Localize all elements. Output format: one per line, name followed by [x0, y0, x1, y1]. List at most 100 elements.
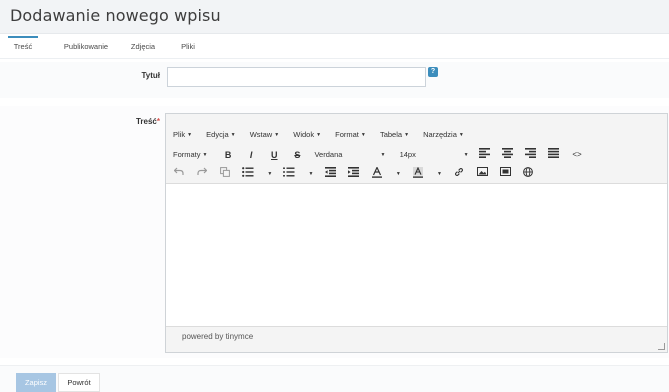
title-input[interactable]	[167, 67, 426, 87]
page-title: Dodawanie nowego wpisu	[10, 6, 221, 25]
redo-icon	[197, 167, 208, 175]
rich-text-editor: Plik ▼ Edycja ▼ Wstaw ▼ Widok ▼ Format ▼ Tabe…	[165, 113, 668, 353]
save-button[interactable]: Zapisz	[16, 373, 56, 392]
bullet-list-button[interactable]	[242, 166, 254, 181]
code-icon: <>	[572, 149, 582, 159]
powered-by-text[interactable]: powered by tinymce	[182, 332, 253, 341]
menu-plik[interactable]: Plik ▼	[173, 130, 192, 139]
chevron-down-icon: ▼	[404, 132, 410, 138]
outdent-icon	[325, 166, 337, 177]
editor-menubar: Plik ▼ Edycja ▼ Wstaw ▼ Widok ▼ Format ▼ Tabe…	[173, 122, 473, 139]
chevron-down-icon: ▼	[316, 132, 322, 138]
menu-widok[interactable]: Widok ▼	[293, 130, 321, 139]
media-icon	[499, 166, 511, 176]
globe-icon	[523, 166, 534, 177]
chevron-down-icon: ▼	[274, 132, 280, 138]
redo-button[interactable]	[196, 167, 208, 181]
link-icon	[455, 167, 464, 176]
toolbar-row-2: ▼ ▼ ▼ ▼	[173, 163, 540, 179]
menu-narzedzia[interactable]: Narzędzia ▼	[423, 130, 464, 139]
tab-bar: Treść Publikowanie Zdjęcia Pliki	[8, 36, 648, 58]
resize-handle-icon[interactable]	[658, 343, 665, 350]
strikethrough-button[interactable]: S	[291, 148, 303, 162]
chevron-down-icon: ▼	[267, 170, 273, 177]
menu-edycja-label: Edycja	[206, 130, 229, 139]
title-label: Tytuł	[141, 71, 160, 80]
back-button[interactable]: Powrót	[58, 373, 100, 392]
copy-icon	[220, 166, 231, 177]
align-right-icon	[525, 147, 537, 158]
editor-toolbar: Plik ▼ Edycja ▼ Wstaw ▼ Widok ▼ Format ▼ Tabe…	[166, 114, 667, 184]
source-code-button[interactable]: <>	[571, 148, 583, 162]
editor-content-area[interactable]	[166, 185, 667, 328]
numbered-list-icon	[283, 167, 295, 176]
menu-format-label: Format	[335, 130, 359, 139]
chevron-down-icon: ▼	[458, 132, 464, 138]
image-icon	[476, 166, 488, 176]
text-color-icon	[371, 165, 382, 178]
undo-icon	[173, 167, 184, 175]
italic-button[interactable]: I	[245, 148, 257, 162]
underline-button[interactable]: U	[268, 148, 280, 162]
insert-image-button[interactable]	[476, 166, 488, 181]
indent-button[interactable]	[348, 166, 360, 181]
background-color-button[interactable]	[412, 166, 424, 181]
copy-format-button[interactable]	[219, 166, 231, 181]
align-center-button[interactable]	[502, 147, 514, 162]
chevron-down-icon: ▼	[395, 170, 401, 177]
align-justify-button[interactable]	[548, 147, 560, 162]
outdent-button[interactable]	[325, 166, 337, 181]
undo-button[interactable]	[173, 167, 185, 181]
bullet-list-dropdown[interactable]: ▼	[265, 167, 272, 181]
title-bar: Dodawanie nowego wpisu	[0, 0, 669, 34]
background-color-dropdown[interactable]: ▼	[435, 167, 442, 181]
menu-wstaw-label: Wstaw	[249, 130, 273, 139]
menu-narzedzia-label: Narzędzia	[423, 130, 457, 139]
menu-tabela-label: Tabela	[379, 130, 403, 139]
font-size-dropdown[interactable]: 14px ▼	[400, 148, 474, 162]
menu-plik-label: Plik	[173, 130, 186, 139]
text-color-dropdown[interactable]: ▼	[394, 167, 401, 181]
toolbar-row-1: Formaty ▼ B I U S Verdana ▼ 14px ▼ <>	[173, 144, 589, 160]
tab-publikowanie[interactable]: Publikowanie	[58, 36, 114, 58]
align-right-button[interactable]	[525, 147, 537, 162]
chevron-down-icon: ▼	[360, 132, 366, 138]
bullet-list-icon	[242, 166, 254, 177]
indent-icon	[348, 166, 360, 177]
help-icon[interactable]: ?	[428, 67, 438, 77]
insert-link-button[interactable]	[453, 167, 465, 181]
font-family-dropdown[interactable]: Verdana ▼	[314, 148, 394, 162]
content-label-text: Treść	[135, 117, 157, 126]
menu-widok-label: Widok	[293, 130, 315, 139]
font-size-value: 14px	[399, 149, 416, 159]
numbered-list-button[interactable]	[283, 167, 295, 181]
preview-button[interactable]	[522, 166, 534, 181]
chevron-down-icon: ▼	[436, 170, 442, 177]
numbered-list-dropdown[interactable]: ▼	[307, 167, 314, 181]
align-left-icon	[479, 147, 491, 158]
editor-statusbar: powered by tinymce	[166, 326, 667, 352]
menu-wstaw[interactable]: Wstaw ▼	[250, 130, 279, 139]
menu-format[interactable]: Format ▼	[335, 130, 366, 139]
insert-media-button[interactable]	[499, 166, 511, 181]
chevron-down-icon: ▼	[187, 132, 193, 138]
content-label: Treść*	[110, 117, 160, 126]
menu-edycja[interactable]: Edycja ▼	[206, 130, 235, 139]
chevron-down-icon: ▼	[380, 151, 386, 158]
menu-tabela[interactable]: Tabela ▼	[380, 130, 409, 139]
tab-tresc[interactable]: Treść	[8, 36, 38, 58]
text-color-button[interactable]	[371, 165, 383, 181]
tab-pliki[interactable]: Pliki	[178, 36, 198, 58]
formats-dropdown[interactable]: Formaty ▼	[173, 148, 217, 162]
chevron-down-icon: ▼	[308, 170, 314, 177]
required-marker: *	[156, 117, 160, 126]
align-center-icon	[502, 147, 514, 158]
bold-button[interactable]: B	[222, 148, 234, 162]
tabs-divider	[0, 58, 669, 59]
form-footer	[0, 365, 669, 392]
chevron-down-icon: ▼	[230, 132, 236, 138]
align-left-button[interactable]	[479, 147, 491, 162]
align-justify-icon	[548, 147, 560, 158]
tab-zdjecia[interactable]: Zdjęcia	[126, 36, 160, 58]
formats-label: Formaty	[173, 149, 201, 159]
